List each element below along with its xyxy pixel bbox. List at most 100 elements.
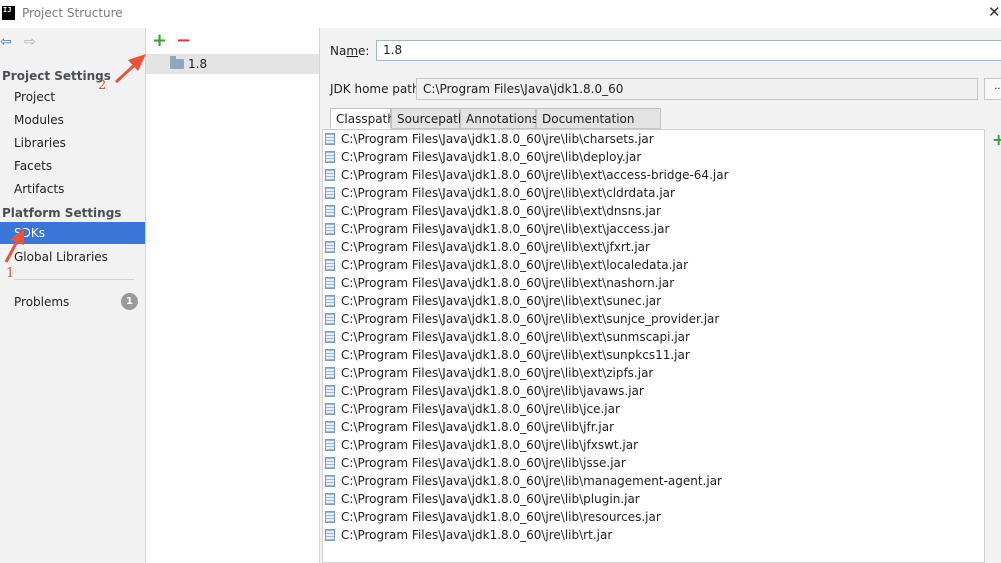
sidebar-item-global-libraries[interactable]: Global Libraries [0,246,145,268]
title-bar: IJ Project Structure ✕ [0,0,1001,28]
classpath-row[interactable]: C:\Program Files\Java\jdk1.8.0_60\jre\li… [323,454,984,472]
back-arrow-icon[interactable]: ⇦ [0,35,12,49]
classpath-row[interactable]: C:\Program Files\Java\jdk1.8.0_60\jre\li… [323,184,984,202]
classpath-entry: C:\Program Files\Java\jdk1.8.0_60\jre\li… [341,528,613,542]
classpath-entry: C:\Program Files\Java\jdk1.8.0_60\jre\li… [341,348,690,362]
jar-file-icon [325,187,335,199]
classpath-row[interactable]: C:\Program Files\Java\jdk1.8.0_60\jre\li… [323,382,984,400]
sidebar-item-artifacts[interactable]: Artifacts [0,178,145,200]
jar-file-icon [325,493,335,505]
classpath-row[interactable]: C:\Program Files\Java\jdk1.8.0_60\jre\li… [323,346,984,364]
jar-file-icon [325,151,335,163]
classpath-row[interactable]: C:\Program Files\Java\jdk1.8.0_60\jre\li… [323,238,984,256]
jar-file-icon [325,205,335,217]
add-classpath-button[interactable]: + [992,132,1001,148]
classpath-entry: C:\Program Files\Java\jdk1.8.0_60\jre\li… [341,474,722,488]
annotation-step-1: 1 [6,266,15,281]
sdk-list-panel: + − 1.8 [146,28,320,563]
project-settings-header: Project Settings [2,69,111,83]
jar-file-icon [325,349,335,361]
tab-sourcepath[interactable]: Sourcepath [391,108,466,129]
classpath-entry: C:\Program Files\Java\jdk1.8.0_60\jre\li… [341,222,670,236]
classpath-entry: C:\Program Files\Java\jdk1.8.0_60\jre\li… [341,366,654,380]
sidebar-item-modules[interactable]: Modules [0,109,145,131]
classpath-row[interactable]: C:\Program Files\Java\jdk1.8.0_60\jre\li… [323,220,984,238]
sidebar-item-libraries[interactable]: Libraries [0,132,145,154]
jdk-home-path-label: JDK home path: [330,82,424,96]
classpath-row[interactable]: C:\Program Files\Java\jdk1.8.0_60\jre\li… [323,292,984,310]
jar-file-icon [325,439,335,451]
classpath-row[interactable]: C:\Program Files\Java\jdk1.8.0_60\jre\li… [323,148,984,166]
jar-file-icon [325,529,335,541]
classpath-entry: C:\Program Files\Java\jdk1.8.0_60\jre\li… [341,276,675,290]
classpath-entry: C:\Program Files\Java\jdk1.8.0_60\jre\li… [341,402,620,416]
classpath-row[interactable]: C:\Program Files\Java\jdk1.8.0_60\jre\li… [323,328,984,346]
classpath-row[interactable]: C:\Program Files\Java\jdk1.8.0_60\jre\li… [323,436,984,454]
classpath-row[interactable]: C:\Program Files\Java\jdk1.8.0_60\jre\li… [323,202,984,220]
classpath-row[interactable]: C:\Program Files\Java\jdk1.8.0_60\jre\li… [323,256,984,274]
jar-file-icon [325,511,335,523]
classpath-row[interactable]: C:\Program Files\Java\jdk1.8.0_60\jre\li… [323,490,984,508]
sdk-detail-panel: Name: 1.8 JDK home path: C:\Program File… [320,28,1001,563]
jar-file-icon [325,403,335,415]
classpath-entry: C:\Program Files\Java\jdk1.8.0_60\jre\li… [341,168,729,182]
tab-documentation-paths[interactable]: Documentation Paths [536,108,661,146]
window-title: Project Structure [22,6,123,20]
jdk-home-path-field[interactable]: C:\Program Files\Java\jdk1.8.0_60 [416,78,978,100]
classpath-entry: C:\Program Files\Java\jdk1.8.0_60\jre\li… [341,204,661,218]
classpath-row[interactable]: C:\Program Files\Java\jdk1.8.0_60\jre\li… [323,274,984,292]
problems-count-badge: 1 [121,293,138,310]
sidebar-item-project[interactable]: Project [0,86,145,108]
settings-sidebar: ⇦ ⇨ Project Settings Project Modules Lib… [0,28,146,563]
jar-file-icon [325,133,335,145]
classpath-row[interactable]: C:\Program Files\Java\jdk1.8.0_60\jre\li… [323,130,984,148]
close-icon[interactable]: ✕ [988,3,1001,21]
jar-file-icon [325,367,335,379]
classpath-entry: C:\Program Files\Java\jdk1.8.0_60\jre\li… [341,456,626,470]
jar-file-icon [325,169,335,181]
classpath-row[interactable]: C:\Program Files\Java\jdk1.8.0_60\jre\li… [323,508,984,526]
classpath-entry: C:\Program Files\Java\jdk1.8.0_60\jre\li… [341,384,644,398]
classpath-row[interactable]: C:\Program Files\Java\jdk1.8.0_60\jre\li… [323,364,984,382]
add-sdk-button[interactable]: + [152,30,167,52]
remove-sdk-button[interactable]: − [176,30,191,52]
sidebar-item-sdks[interactable]: SDKs [0,222,145,244]
classpath-entry: C:\Program Files\Java\jdk1.8.0_60\jre\li… [341,420,615,434]
jar-file-icon [325,457,335,469]
classpath-entry: C:\Program Files\Java\jdk1.8.0_60\jre\li… [341,510,661,524]
classpath-entry: C:\Program Files\Java\jdk1.8.0_60\jre\li… [341,438,639,452]
classpath-row[interactable]: C:\Program Files\Java\jdk1.8.0_60\jre\li… [323,526,984,544]
sdk-list-item[interactable]: 1.8 [146,54,319,74]
classpath-row[interactable]: C:\Program Files\Java\jdk1.8.0_60\jre\li… [323,310,984,328]
sdk-list-item-label: 1.8 [188,57,208,71]
jar-file-icon [325,259,335,271]
classpath-entry: C:\Program Files\Java\jdk1.8.0_60\jre\li… [341,330,690,344]
classpath-entry: C:\Program Files\Java\jdk1.8.0_60\jre\li… [341,294,662,308]
jar-file-icon [325,241,335,253]
sdk-folder-icon [170,56,184,69]
tab-annotations[interactable]: Annotations [460,108,538,129]
classpath-row[interactable]: C:\Program Files\Java\jdk1.8.0_60\jre\li… [323,400,984,418]
classpath-entry: C:\Program Files\Java\jdk1.8.0_60\jre\li… [341,258,689,272]
jar-file-icon [325,331,335,343]
sidebar-item-facets[interactable]: Facets [0,155,145,177]
jar-file-icon [325,313,335,325]
jar-file-icon [325,421,335,433]
jar-file-icon [325,385,335,397]
classpath-entry: C:\Program Files\Java\jdk1.8.0_60\jre\li… [341,186,675,200]
forward-arrow-icon[interactable]: ⇨ [24,35,36,49]
jar-file-icon [325,475,335,487]
classpath-row[interactable]: C:\Program Files\Java\jdk1.8.0_60\jre\li… [323,166,984,184]
jar-file-icon [325,277,335,289]
platform-settings-header: Platform Settings [2,206,122,220]
browse-jdk-path-button[interactable]: ... [984,78,1001,100]
classpath-row[interactable]: C:\Program Files\Java\jdk1.8.0_60\jre\li… [323,472,984,490]
classpath-list[interactable]: C:\Program Files\Java\jdk1.8.0_60\jre\li… [322,129,985,563]
name-field-label: Name: [330,44,370,58]
classpath-entry: C:\Program Files\Java\jdk1.8.0_60\jre\li… [341,240,650,254]
tab-classpath[interactable]: Classpath [330,108,395,129]
jar-file-icon [325,223,335,235]
classpath-row[interactable]: C:\Program Files\Java\jdk1.8.0_60\jre\li… [323,418,984,436]
sdk-name-input[interactable]: 1.8 [376,40,1001,61]
classpath-entry: C:\Program Files\Java\jdk1.8.0_60\jre\li… [341,312,720,326]
